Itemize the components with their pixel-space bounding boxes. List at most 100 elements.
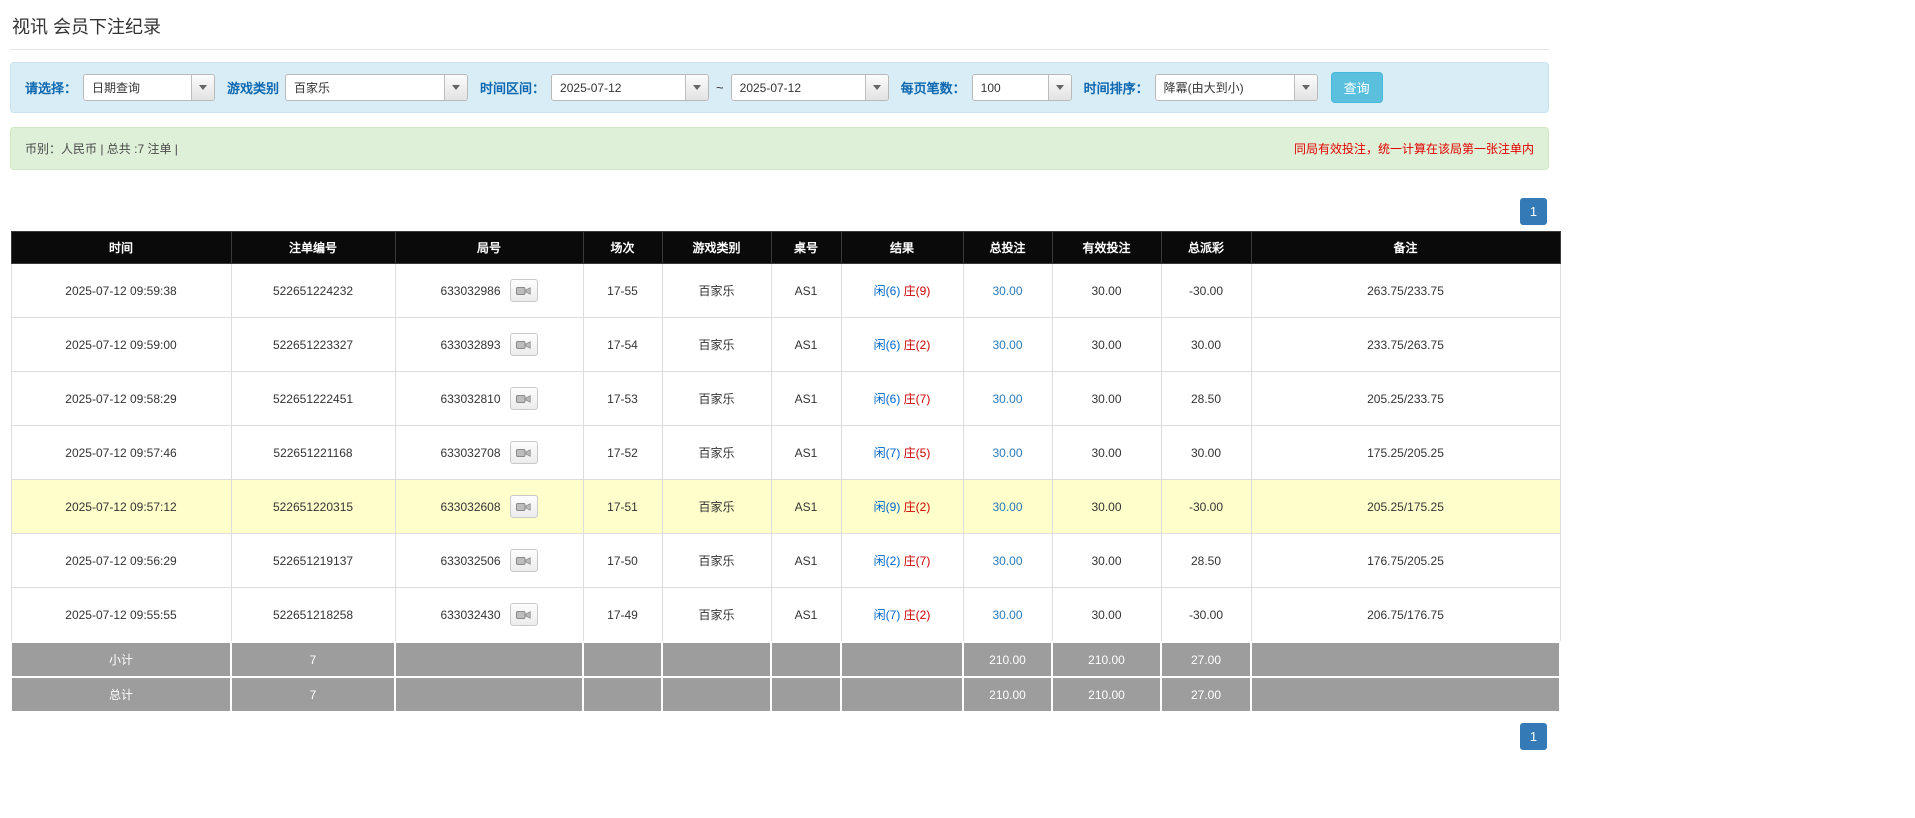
summary-valid-bet: 210.00 xyxy=(1051,676,1162,713)
summary-empty xyxy=(661,676,772,713)
time-sort-input[interactable] xyxy=(1155,75,1294,100)
video-replay-button[interactable] xyxy=(509,279,538,302)
total-bet-link[interactable]: 30.00 xyxy=(992,392,1022,406)
page-1-button[interactable]: 1 xyxy=(1520,723,1547,750)
filter-bar: 请选择： 游戏类别 时间区间： ~ 每页笔数： 时间排序： xyxy=(10,62,1549,113)
cell-time: 2025-07-12 09:59:38 xyxy=(10,263,232,318)
cell-session: 17-55 xyxy=(582,263,663,318)
chevron-down-icon[interactable] xyxy=(1293,75,1317,100)
cell-game-type: 百家乐 xyxy=(661,479,772,534)
summary-total-bet: 210.00 xyxy=(962,676,1053,713)
time-sort-label: 时间排序： xyxy=(1083,81,1149,96)
cell-payout: 30.00 xyxy=(1160,425,1252,480)
cell-remark: 263.75/233.75 xyxy=(1250,263,1561,318)
cell-total-bet: 30.00 xyxy=(962,317,1053,372)
cell-result: 闲(2) 庄(7) xyxy=(840,533,964,588)
total-bet-link[interactable]: 30.00 xyxy=(992,446,1022,460)
info-bar: 币别：人民币 | 总共 :7 注单 | 同局有效投注，统一计算在该局第一张注单内 xyxy=(10,127,1549,170)
table-row: 2025-07-12 09:59:38 522651224232 633032986… xyxy=(10,263,1561,318)
cell-bet-id: 522651219137 xyxy=(230,533,396,588)
page-size-combobox xyxy=(971,74,1072,101)
video-replay-button[interactable] xyxy=(509,333,538,356)
cell-total-bet: 30.00 xyxy=(962,371,1053,426)
video-replay-button[interactable] xyxy=(509,603,538,626)
summary-payout: 27.00 xyxy=(1160,676,1252,713)
date-from-combobox xyxy=(551,74,710,101)
video-camera-icon xyxy=(516,340,531,349)
summary-empty xyxy=(394,676,584,713)
cell-result: 闲(7) 庄(2) xyxy=(840,587,964,643)
total-bet-link[interactable]: 30.00 xyxy=(992,338,1022,352)
query-type-label: 请选择： xyxy=(25,81,78,96)
pagination-top: 1 xyxy=(10,198,1547,225)
chevron-down-icon[interactable] xyxy=(1047,75,1071,100)
video-replay-button[interactable] xyxy=(509,387,538,410)
table-footer: 小计 7 210.00 210.00 27.00 总计 7 210.00 210.00 27.00 xyxy=(10,641,1561,713)
video-replay-button[interactable] xyxy=(509,549,538,572)
page-1-button[interactable]: 1 xyxy=(1520,198,1547,225)
chevron-down-icon[interactable] xyxy=(191,75,215,100)
date-to-combobox xyxy=(730,74,889,101)
video-replay-button[interactable] xyxy=(509,495,538,518)
cell-total-bet: 30.00 xyxy=(962,587,1053,643)
table-body: 2025-07-12 09:59:38 522651224232 633032986… xyxy=(10,263,1561,643)
cell-valid-bet: 30.00 xyxy=(1051,479,1162,534)
cell-table-no: AS1 xyxy=(770,587,842,643)
game-type-label: 游戏类别 xyxy=(227,81,280,96)
cell-round-id: 633032430 xyxy=(394,587,584,643)
cell-bet-id: 522651224232 xyxy=(230,263,396,318)
query-type-input[interactable] xyxy=(84,75,192,100)
chevron-down-icon[interactable] xyxy=(685,75,709,100)
round-id-text: 633032893 xyxy=(440,337,501,352)
bet-records-table: 时间 注单编号 局号 场次 游戏类别 桌号 结果 总投注 有效投注 总派彩 备注 2025-07-1… xyxy=(10,231,1561,713)
cell-total-bet: 30.00 xyxy=(962,263,1053,318)
video-camera-icon xyxy=(516,610,531,619)
result-player: 闲(7) xyxy=(873,446,901,460)
total-bet-link[interactable]: 30.00 xyxy=(992,608,1022,622)
table-row: 2025-07-12 09:56:29 522651219137 633032506… xyxy=(10,533,1561,588)
column-header: 注单编号 xyxy=(230,231,396,264)
time-range-label: 时间区间： xyxy=(480,81,546,96)
search-button[interactable]: 查询 xyxy=(1330,72,1383,103)
cell-table-no: AS1 xyxy=(770,533,842,588)
total-bet-link[interactable]: 30.00 xyxy=(992,500,1022,514)
result-banker: 庄(5) xyxy=(903,446,931,460)
video-replay-button[interactable] xyxy=(509,441,538,464)
cell-valid-bet: 30.00 xyxy=(1051,263,1162,318)
summary-count: 7 xyxy=(230,641,396,678)
cell-game-type: 百家乐 xyxy=(661,371,772,426)
summary-empty xyxy=(394,641,584,678)
cell-table-no: AS1 xyxy=(770,425,842,480)
game-type-input[interactable] xyxy=(286,75,445,100)
cell-bet-id: 522651220315 xyxy=(230,479,396,534)
chevron-down-icon[interactable] xyxy=(864,75,888,100)
cell-session: 17-50 xyxy=(582,533,663,588)
total-bet-link[interactable]: 30.00 xyxy=(992,284,1022,298)
cell-result: 闲(6) 庄(7) xyxy=(840,371,964,426)
date-to-input[interactable] xyxy=(731,75,865,100)
cell-round-id: 633032986 xyxy=(394,263,584,318)
cell-round-id: 633032506 xyxy=(394,533,584,588)
cell-time: 2025-07-12 09:55:55 xyxy=(10,587,232,643)
cell-bet-id: 522651223327 xyxy=(230,317,396,372)
cell-remark: 233.75/263.75 xyxy=(1250,317,1561,372)
cell-time: 2025-07-12 09:57:12 xyxy=(10,479,232,534)
cell-valid-bet: 30.00 xyxy=(1051,533,1162,588)
cell-bet-id: 522651218258 xyxy=(230,587,396,643)
summary-empty xyxy=(661,641,772,678)
total-bet-link[interactable]: 30.00 xyxy=(992,554,1022,568)
video-camera-icon xyxy=(516,394,531,403)
page-title: 视讯 会员下注纪录 xyxy=(12,17,162,37)
summary-empty xyxy=(1250,641,1561,678)
chevron-down-icon[interactable] xyxy=(444,75,468,100)
cell-table-no: AS1 xyxy=(770,479,842,534)
cell-remark: 176.75/205.25 xyxy=(1250,533,1561,588)
cell-total-bet: 30.00 xyxy=(962,425,1053,480)
valid-bet-note: 同局有效投注，统一计算在该局第一张注单内 xyxy=(1293,142,1534,156)
date-from-input[interactable] xyxy=(552,75,686,100)
summary-label: 小计 xyxy=(10,641,232,678)
result-player: 闲(2) xyxy=(873,554,901,568)
page-size-input[interactable] xyxy=(972,75,1048,100)
summary-empty xyxy=(770,676,842,713)
cell-round-id: 633032810 xyxy=(394,371,584,426)
